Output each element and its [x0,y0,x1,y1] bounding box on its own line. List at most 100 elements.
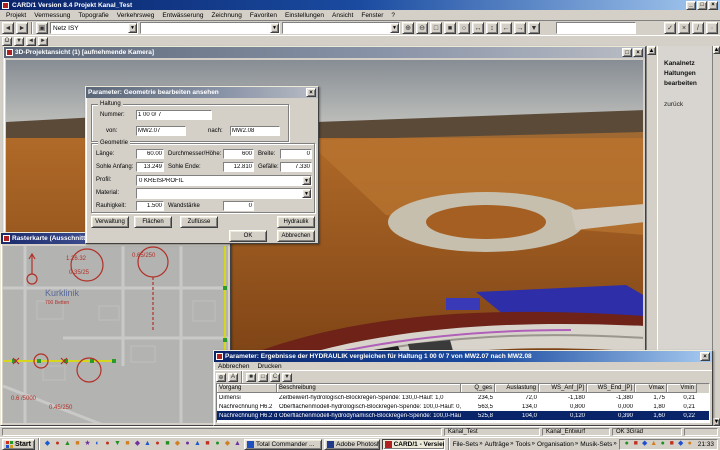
page-icon[interactable]: □ [258,373,268,382]
dropdown-icon[interactable]: ▼ [14,37,24,46]
menu-help[interactable]: ? [387,12,399,19]
quicklaunch-icon[interactable]: ◆ [43,439,52,449]
rauhigkeit-field[interactable] [136,201,164,211]
menu-fenster[interactable]: Fenster [357,12,387,19]
chevron-down-icon[interactable]: ▼ [128,23,137,33]
tray-icon[interactable]: ● [686,439,694,449]
scroll-up-icon[interactable]: ▲ [647,46,656,55]
maximize-icon[interactable]: □ [697,1,707,10]
empty-combobox-2[interactable]: ▼ [282,22,400,34]
zoom-fit-icon[interactable]: ○ [458,22,470,34]
quicklaunch-icon[interactable]: ● [213,439,222,449]
quicklaunch-icon[interactable]: ▲ [193,439,202,449]
tray-icon[interactable]: ■ [632,439,640,449]
task-total-commander[interactable]: Total Commander ... [244,439,322,450]
pan-vertical-icon[interactable]: ↕ [486,22,498,34]
prev-icon[interactable]: ◄ [26,37,36,46]
quicklaunch-icon[interactable]: ▲ [143,439,152,449]
col-qges[interactable]: Q_ges [461,384,495,393]
profil-combobox[interactable]: 0 KREISPROFIL ▼ [136,175,312,186]
toolbar-musik-sets[interactable]: Musik-Sets » [580,441,617,448]
nach-field[interactable] [230,126,280,136]
measure-icon[interactable]: / [692,22,704,34]
abbrechen-button[interactable]: Abbrechen [277,230,315,242]
results-menu-abbrechen[interactable]: Abbrechen [218,363,249,370]
hydraulik-button[interactable]: Hydraulik [277,216,315,228]
verwaltung-button[interactable]: Verwaltung [91,216,129,228]
close-icon[interactable]: × [306,88,316,97]
pan-horizontal-icon[interactable]: ↔ [472,22,484,34]
wandstaerke-field[interactable] [223,201,254,211]
forward-icon[interactable]: ► [16,22,28,34]
quicklaunch-icon[interactable]: ★ [83,439,92,449]
col-vmin[interactable]: Vmin [667,384,697,393]
empty-combobox-3[interactable] [556,22,636,34]
sidebar-item-haltungen[interactable]: Haltungen [664,70,708,77]
chevron-icon[interactable]: » [510,441,513,447]
quicklaunch-icon[interactable]: ◆ [223,439,232,449]
menu-verkehrsweg[interactable]: Verkehrsweg [113,12,159,19]
nummer-field[interactable] [136,110,212,120]
col-vorgang[interactable]: Vorgang [217,384,277,393]
empty-combobox-1[interactable]: ▼ [140,22,280,34]
task-photoshop[interactable]: Adobe Photoshop [324,439,379,450]
table-row[interactable]: Nachrechnung H6.2 Oberflächenmodell-hydr… [217,402,709,411]
dialog-titlebar[interactable]: Parameter: Geometrie bearbeiten ansehen … [86,87,318,98]
von-field[interactable] [136,126,186,136]
ok-button[interactable]: OK [229,230,267,242]
print-icon[interactable]: ■ [246,373,256,382]
col-beschreibung[interactable]: Beschreibung [277,384,461,393]
menu-topografie[interactable]: Topografie [74,12,112,19]
quicklaunch-icon[interactable]: ● [53,439,62,449]
table-row[interactable]: Dimensi Zeitbeiwert-hydrologisch-Blockre… [217,393,709,402]
menu-ansicht[interactable]: Ansicht [328,12,357,19]
grid-icon[interactable]: ▣ [36,22,48,34]
durchmesser-field[interactable] [223,149,254,159]
close-icon[interactable]: × [708,1,718,10]
viewer3d-titlebar[interactable]: 3D-Projektansicht (1) [aufnehmende Kamer… [4,47,645,58]
zoom-in-icon[interactable]: ⊕ [402,22,414,34]
col-ws-end[interactable]: WS_End_[P] [587,384,635,393]
symbol-icon[interactable]: Ω [2,37,12,46]
sidebar-item-zurueck[interactable]: zurück [664,101,708,108]
tray-icon[interactable]: ▲ [650,439,658,449]
chevron-icon[interactable]: » [613,441,616,447]
quicklaunch-icon[interactable]: ▲ [233,439,242,449]
gefaelle-field[interactable] [280,162,312,172]
menu-entwaesserung[interactable]: Entwässerung [158,12,207,19]
results-titlebar[interactable]: Parameter: Ergebnisse der HYDRAULIK verg… [214,351,712,362]
apply-icon[interactable]: ✓ [664,22,676,34]
chevron-icon[interactable]: » [532,441,535,447]
cancel-icon[interactable]: × [678,22,690,34]
menu-favoriten[interactable]: Favoriten [246,12,281,19]
quicklaunch-icon[interactable]: ◆ [133,439,142,449]
next-icon[interactable]: ► [38,37,48,46]
tray-icon[interactable]: ◆ [641,439,649,449]
chevron-icon[interactable]: » [575,441,578,447]
chevron-down-icon[interactable]: ▼ [302,189,311,198]
material-combobox[interactable]: ▼ [136,188,312,199]
tray-icon[interactable]: ◆ [677,439,685,449]
breite-field[interactable] [280,149,312,159]
quicklaunch-icon[interactable]: ● [183,439,192,449]
sidebar-item-bearbeiten[interactable]: bearbeiten [664,80,708,87]
view-options-icon[interactable]: ▼ [528,22,540,34]
netz-combobox[interactable]: Netz ISY ▼ [50,22,138,34]
rasterkarte-canvas[interactable]: 1.26.32 0.35/25 0.65/250 0.6 /5000 0.45/… [3,246,228,423]
quicklaunch-icon[interactable]: ■ [73,439,82,449]
tray-icon[interactable]: ● [659,439,667,449]
task-card1[interactable]: CARD/1 - Versien... [382,439,445,450]
chevron-down-icon[interactable]: ▼ [390,23,399,33]
chevron-icon[interactable]: » [479,441,482,447]
toolbar-organisation[interactable]: Organisation » [537,441,578,448]
start-button[interactable]: Start [2,439,35,450]
back-icon[interactable]: ◄ [2,22,14,34]
close-icon[interactable]: × [700,352,710,361]
copy-icon[interactable]: C [270,373,280,382]
sohle-ende-field[interactable] [223,162,254,172]
font-icon[interactable]: A [228,373,238,382]
menu-zeichnung[interactable]: Zeichnung [208,12,246,19]
menu-projekt[interactable]: Projekt [2,12,30,19]
sidebar-item-kanalnetz[interactable]: Kanalnetz [664,60,708,67]
results-menu-drucken[interactable]: Drucken [257,363,281,370]
